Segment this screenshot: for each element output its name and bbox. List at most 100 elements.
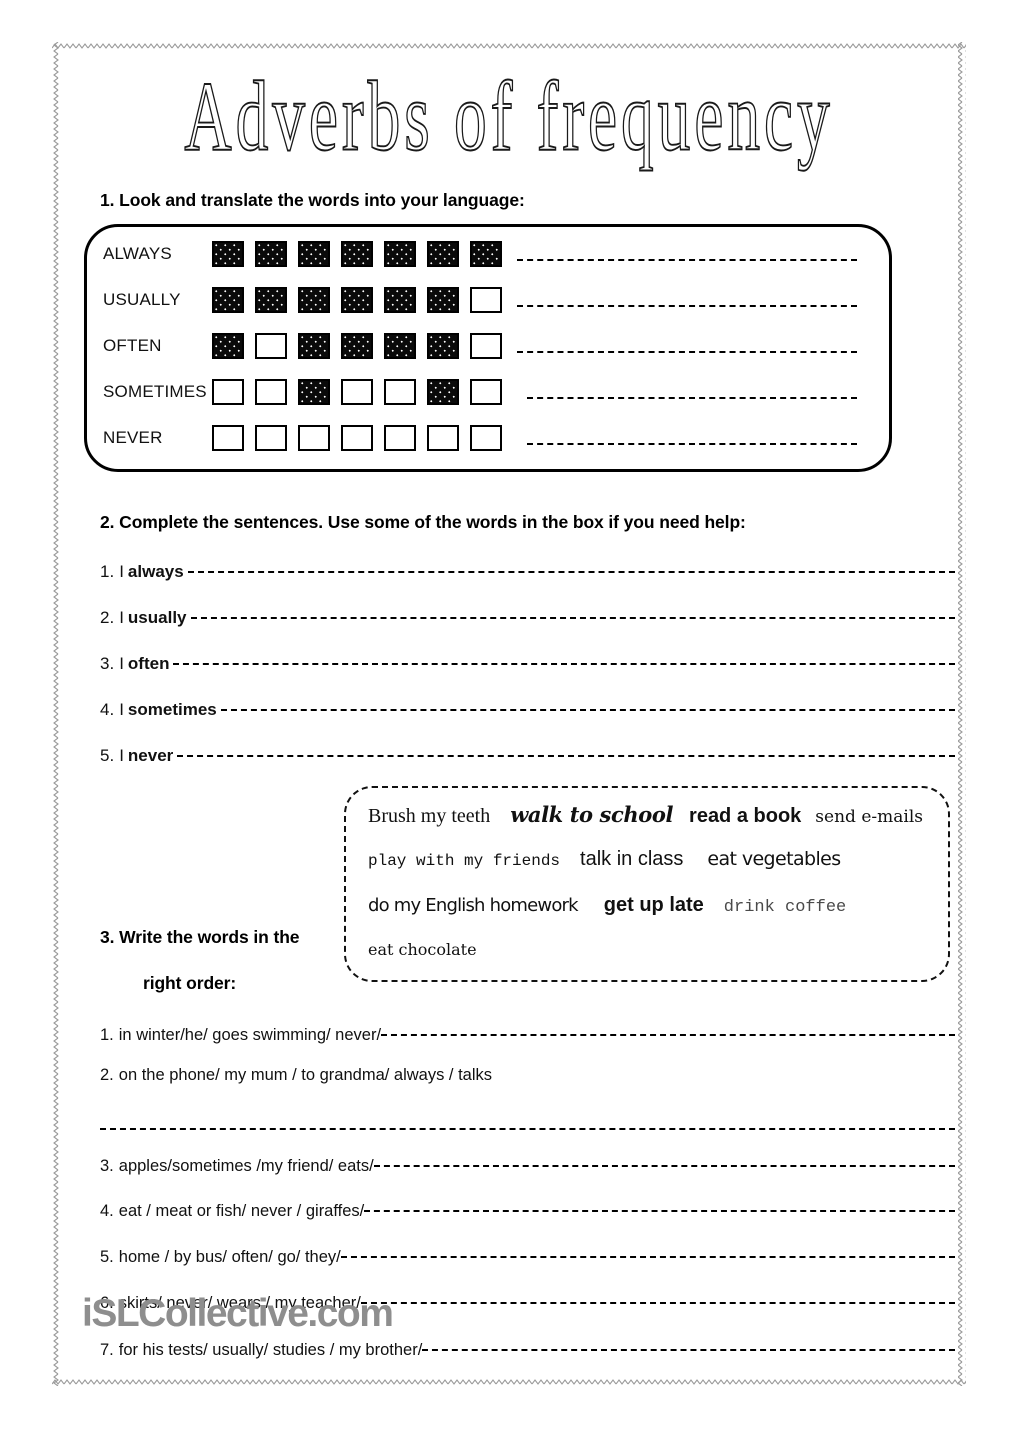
frequency-square[interactable] <box>298 287 330 313</box>
word-bank-item[interactable]: play with my friends <box>368 852 560 870</box>
frequency-square[interactable] <box>341 241 373 267</box>
frequency-square[interactable] <box>255 287 287 313</box>
frequency-square[interactable] <box>212 333 244 359</box>
page-title: Adverbs of frequency <box>184 61 834 173</box>
frequency-square[interactable] <box>384 379 416 405</box>
word-bank-item[interactable]: do my English homework <box>368 895 579 916</box>
frequency-label: NEVER <box>103 428 163 447</box>
scrambled-sentence: apples/sometimes /my friend/ eats/ <box>118 1157 374 1175</box>
sentence-stem: I <box>119 700 124 719</box>
word-bank-item[interactable]: walk to school <box>510 802 673 827</box>
frequency-square[interactable] <box>384 333 416 359</box>
frequency-square[interactable] <box>470 333 502 359</box>
order-row-3: 3. apples/sometimes /my friend/ eats/ <box>100 1157 955 1185</box>
order-row-5: 5. home / by bus/ often/ go/ they/ <box>100 1248 955 1276</box>
frequency-square[interactable] <box>255 333 287 359</box>
word-bank-item[interactable]: Brush my teeth <box>368 805 490 828</box>
item-number: 5. <box>100 1248 114 1266</box>
answer-line[interactable] <box>177 755 955 757</box>
islcollective-watermark: iSLCollective.com <box>82 1292 394 1335</box>
sentence-adverb: sometimes <box>127 700 217 719</box>
frequency-square[interactable] <box>212 287 244 313</box>
answer-line[interactable] <box>422 1349 955 1351</box>
translation-answer-line[interactable] <box>527 443 857 445</box>
exercise-3-heading-line2: right order: <box>143 973 237 993</box>
item-number: 7. <box>100 1341 114 1359</box>
item-number: 2. <box>100 1066 114 1084</box>
sentence-row-3: 3. I often <box>100 654 955 682</box>
frequency-squares <box>212 425 502 451</box>
word-bank-item[interactable]: read a book <box>689 805 801 828</box>
frequency-row-sometimes: SOMETIMES <box>87 375 889 413</box>
answer-line[interactable] <box>381 1034 955 1036</box>
translation-answer-line[interactable] <box>517 259 857 261</box>
frequency-square[interactable] <box>427 241 459 267</box>
frequency-square[interactable] <box>255 241 287 267</box>
sentence-adverb: never <box>127 746 174 765</box>
scrambled-sentence: in winter/he/ goes swimming/ never/ <box>118 1026 382 1044</box>
frequency-square[interactable] <box>212 425 244 451</box>
translation-answer-line[interactable] <box>527 397 857 399</box>
word-bank-box: Brush my teeth walk to school read a boo… <box>344 786 950 982</box>
frequency-scale-box: ALWAYS USUALLY OFTEN SOMETIMES NEVER <box>84 224 892 472</box>
answer-line[interactable] <box>360 1302 955 1304</box>
word-bank-item[interactable]: send e-mails <box>815 807 923 827</box>
item-number: 3. <box>100 654 115 673</box>
frequency-square[interactable] <box>298 379 330 405</box>
word-bank-item[interactable]: talk in class <box>580 848 683 871</box>
frequency-square[interactable] <box>384 241 416 267</box>
answer-line[interactable] <box>100 1128 955 1130</box>
frequency-square[interactable] <box>298 333 330 359</box>
frequency-squares <box>212 241 502 267</box>
frequency-square[interactable] <box>427 425 459 451</box>
frequency-square[interactable] <box>341 333 373 359</box>
word-bank-line: eat chocolate <box>368 940 930 982</box>
order-row-2: 2. on the phone/ my mum / to grandma/ al… <box>100 1066 955 1094</box>
frequency-square[interactable] <box>298 241 330 267</box>
word-bank-line: Brush my teeth walk to school read a boo… <box>368 802 930 844</box>
frequency-square[interactable] <box>427 379 459 405</box>
word-bank-item[interactable]: drink coffee <box>724 898 846 917</box>
frequency-square[interactable] <box>212 379 244 405</box>
sentence-row-2: 2. I usually <box>100 608 955 636</box>
word-bank-item[interactable]: eat vegetables <box>707 848 841 870</box>
frequency-square[interactable] <box>384 425 416 451</box>
frequency-square[interactable] <box>470 287 502 313</box>
frequency-square[interactable] <box>212 241 244 267</box>
frequency-squares <box>212 287 502 313</box>
item-number: 1. <box>100 562 115 581</box>
frequency-square[interactable] <box>470 379 502 405</box>
frequency-square[interactable] <box>427 333 459 359</box>
item-number: 5. <box>100 746 115 765</box>
scrambled-sentence: for his tests/ usually/ studies / my bro… <box>118 1341 423 1359</box>
item-number: 3. <box>100 1157 114 1175</box>
translation-answer-line[interactable] <box>517 305 857 307</box>
frequency-label: USUALLY <box>103 290 181 309</box>
word-bank-item[interactable]: get up late <box>604 894 704 917</box>
answer-line[interactable] <box>364 1210 955 1212</box>
frequency-square[interactable] <box>341 379 373 405</box>
item-number: 4. <box>100 1202 114 1220</box>
answer-line[interactable] <box>220 709 955 711</box>
answer-line[interactable] <box>173 663 955 665</box>
frequency-square[interactable] <box>298 425 330 451</box>
frequency-square[interactable] <box>255 379 287 405</box>
frequency-square[interactable] <box>470 241 502 267</box>
frequency-square[interactable] <box>255 425 287 451</box>
frequency-square[interactable] <box>470 425 502 451</box>
answer-line[interactable] <box>373 1165 955 1167</box>
frequency-square[interactable] <box>341 425 373 451</box>
frequency-row-usually: USUALLY <box>87 283 889 321</box>
scrambled-sentence: on the phone/ my mum / to grandma/ alway… <box>118 1066 493 1084</box>
translation-answer-line[interactable] <box>517 351 857 353</box>
frequency-square[interactable] <box>427 287 459 313</box>
answer-line[interactable] <box>340 1256 955 1258</box>
frequency-square[interactable] <box>384 287 416 313</box>
word-bank-item[interactable]: eat chocolate <box>368 940 477 959</box>
worksheet-page: Adverbs of frequency 1. Look and transla… <box>0 0 1018 1440</box>
frequency-square[interactable] <box>341 287 373 313</box>
answer-line[interactable] <box>187 571 955 573</box>
answer-line[interactable] <box>190 617 955 619</box>
exercise-3-heading-line1: 3. Write the words in the <box>100 927 300 947</box>
sentence-row-5: 5. I never <box>100 746 955 774</box>
